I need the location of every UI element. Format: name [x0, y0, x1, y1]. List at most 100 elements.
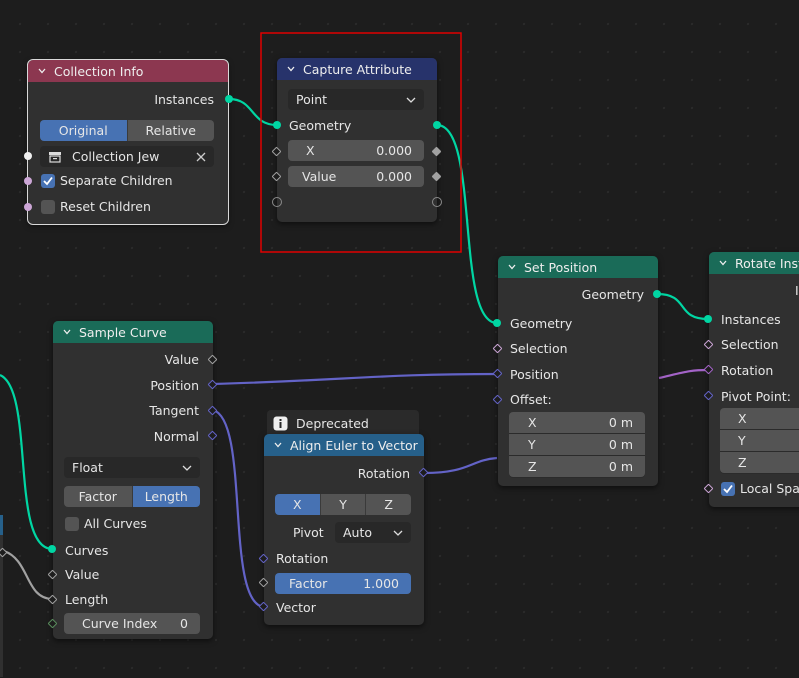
in-geometry-label: Geometry	[510, 315, 573, 331]
capture-extend-in-socket[interactable]	[272, 197, 282, 207]
rotate-out-instances-partial: I	[795, 283, 799, 298]
domain-dropdown[interactable]: Point	[288, 89, 424, 110]
local-space-checkbox[interactable]	[721, 482, 735, 496]
ae-out-rotation-label: Rotation	[357, 465, 410, 481]
offset-y-label: Y	[528, 437, 536, 452]
factor-field[interactable]: Factor 1.000	[275, 573, 411, 594]
sc-in-curves-row: Curves	[53, 540, 213, 560]
rotate-instances-header[interactable]: Rotate Inst	[709, 252, 799, 274]
data-type-dropdown[interactable]: Float	[64, 457, 200, 478]
factor-option[interactable]: Factor	[64, 486, 133, 507]
separate-children-socket[interactable]	[24, 177, 32, 185]
transform-space-toggle[interactable]: Original Relative	[40, 120, 214, 141]
all-curves-label: All Curves	[84, 516, 147, 531]
pivot-dropdown[interactable]: Auto	[335, 522, 411, 543]
ae-in-rotation-label: Rotation	[276, 550, 329, 566]
sample-mode-toggle[interactable]: Factor Length	[64, 486, 200, 507]
capture-geometry-in-socket[interactable]	[273, 121, 281, 129]
offset-z-value: 0 m	[608, 459, 633, 474]
chevron-down-icon[interactable]	[63, 328, 71, 336]
all-curves-checkbox[interactable]	[65, 517, 79, 531]
clear-icon[interactable]	[196, 152, 206, 162]
pivot-z-label: Z	[738, 455, 747, 470]
pivot-x-field[interactable]: X	[720, 408, 799, 429]
capture-attribute-header[interactable]: Capture Attribute	[277, 58, 437, 80]
rotate-instances-row: Instances	[709, 309, 799, 329]
collection-value: Collection Jew	[72, 149, 160, 164]
sample-curve-header[interactable]: Sample Curve	[53, 321, 213, 343]
collection-info-header[interactable]: Collection Info	[28, 60, 228, 82]
set-position-in-geometry-socket[interactable]	[493, 319, 501, 327]
reset-children-checkbox[interactable]	[41, 200, 55, 214]
set-position-node[interactable]: Set Position Geometry Geometry Selection…	[498, 256, 658, 486]
factor-value: 1.000	[363, 576, 399, 591]
deprecated-tag: Deprecated	[267, 410, 419, 436]
chevron-down-icon[interactable]	[719, 259, 727, 267]
reset-children-socket[interactable]	[24, 203, 32, 211]
collection-info-node[interactable]: Collection Info Instances Original Relat…	[27, 59, 229, 225]
rotate-instances-title: Rotate Inst	[735, 255, 799, 271]
rotate-instances-node[interactable]: Rotate Inst I Instances Selection Rotati…	[709, 252, 799, 507]
sc-out-normal-label: Normal	[153, 428, 199, 444]
pivot-label: Pivot	[293, 525, 324, 540]
capture-extend-out-socket[interactable]	[432, 197, 442, 207]
collection-info-title: Collection Info	[54, 63, 144, 79]
capture-geometry-out-socket[interactable]	[433, 121, 441, 129]
curve-index-label: Curve Index	[82, 616, 158, 631]
offset-z-field[interactable]: Z 0 m	[509, 456, 645, 477]
ae-in-vector-row: Vector	[264, 597, 424, 617]
rotate-instances-in-socket[interactable]	[704, 315, 712, 323]
sc-in-length-row: Length	[53, 589, 213, 609]
sample-curve-title: Sample Curve	[79, 324, 167, 340]
collection-input-socket[interactable]	[24, 152, 32, 160]
x-field[interactable]: X 0.000	[288, 140, 424, 161]
position-label: Position	[510, 366, 559, 382]
ae-in-vector-label: Vector	[276, 599, 316, 615]
align-euler-header[interactable]: Align Euler to Vector	[264, 434, 424, 456]
length-option[interactable]: Length	[132, 486, 200, 507]
sc-curves-in-socket[interactable]	[48, 545, 56, 553]
chevron-down-icon[interactable]	[38, 67, 46, 75]
output-instances-row: Instances	[28, 89, 228, 109]
sample-curve-node[interactable]: Sample Curve Value Position Tangent Norm…	[53, 321, 213, 639]
set-position-out-geometry-socket[interactable]	[653, 290, 661, 298]
local-space-label: Local Spac	[740, 481, 799, 496]
align-euler-node[interactable]: Align Euler to Vector Rotation X Y Z Piv…	[264, 434, 424, 625]
set-position-header[interactable]: Set Position	[498, 256, 658, 278]
relative-option[interactable]: Relative	[127, 120, 214, 141]
align-euler-title: Align Euler to Vector	[290, 437, 418, 453]
info-icon	[273, 416, 288, 430]
pivot-y-field[interactable]: Y	[720, 430, 799, 451]
capture-attribute-node[interactable]: Capture Attribute Point Geometry X 0.000…	[277, 58, 437, 222]
offset-x-field[interactable]: X 0 m	[509, 412, 645, 433]
chevron-down-icon[interactable]	[287, 65, 295, 73]
sc-out-position-label: Position	[150, 377, 199, 393]
collection-box-icon	[49, 151, 61, 163]
separate-children-checkbox[interactable]	[41, 174, 55, 188]
chevron-down-icon[interactable]	[274, 441, 282, 449]
value-field[interactable]: Value 0.000	[288, 166, 424, 187]
axis-x-option[interactable]: X	[275, 494, 321, 515]
value-label: Value	[302, 169, 337, 184]
instances-output-socket[interactable]	[225, 95, 233, 103]
axis-toggle[interactable]: X Y Z	[275, 494, 411, 515]
offset-y-field[interactable]: Y 0 m	[509, 434, 645, 455]
offset-label: Offset:	[510, 391, 552, 407]
set-position-selection-row: Selection	[498, 338, 658, 358]
checkmark-icon	[43, 176, 53, 186]
deprecated-label: Deprecated	[296, 415, 369, 431]
collection-field[interactable]: Collection Jew	[40, 146, 214, 167]
pivot-x-label: X	[738, 411, 747, 426]
offscreen-node-header-edge	[0, 515, 3, 535]
offset-vector-box: X 0 m Y 0 m Z 0 m	[509, 412, 645, 478]
axis-y-option[interactable]: Y	[320, 494, 367, 515]
set-position-in-geometry-row: Geometry	[498, 313, 658, 333]
pivot-z-field[interactable]: Z	[720, 452, 799, 473]
axis-z-option[interactable]: Z	[366, 494, 411, 515]
set-position-title: Set Position	[524, 259, 598, 275]
sc-out-tangent-row: Tangent	[53, 400, 213, 420]
separate-children-label: Separate Children	[60, 173, 173, 188]
curve-index-field[interactable]: Curve Index 0	[64, 613, 200, 634]
chevron-down-icon[interactable]	[508, 263, 516, 271]
original-option[interactable]: Original	[40, 120, 128, 141]
